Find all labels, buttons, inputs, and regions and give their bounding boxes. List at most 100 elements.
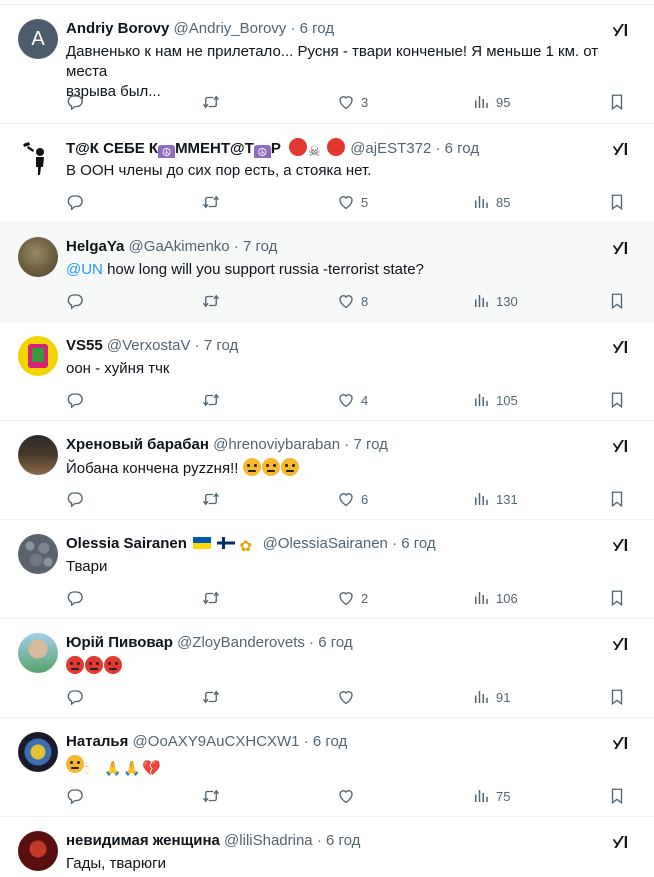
mention-link[interactable]: @UN (66, 261, 103, 278)
avatar[interactable] (18, 336, 58, 376)
like-button[interactable]: 3 (337, 92, 368, 112)
username[interactable]: @hrenoviybaraban (213, 436, 340, 453)
reply-button[interactable] (66, 192, 84, 212)
display-name[interactable]: VS55 (66, 337, 103, 354)
tweet-text (66, 656, 634, 677)
skull-crossbones-icon: ☠ (308, 143, 321, 158)
grok-icon[interactable] (612, 338, 630, 356)
like-button[interactable]: 6 (337, 489, 368, 509)
repost-button[interactable] (202, 489, 220, 509)
bookmark-icon (608, 193, 626, 211)
timestamp[interactable]: 6 год (300, 20, 334, 37)
like-button[interactable]: 5 (337, 192, 368, 212)
timestamp[interactable]: 7 год (243, 238, 277, 255)
reply-button[interactable] (66, 390, 84, 410)
reply-button[interactable] (66, 687, 84, 707)
tweet-reply[interactable]: A Andriy Borovy @Andriy_Borovy · 6 год Д… (0, 5, 654, 124)
tweet-reply[interactable]: Наталья @OoAXY9AuCXHCXW1 · 6 год 🕯 🙏 🙏 💔 75 (0, 718, 654, 817)
timestamp[interactable]: 6 год (318, 634, 352, 651)
reply-button[interactable] (66, 588, 84, 608)
repost-button[interactable] (202, 786, 220, 806)
reply-button[interactable] (66, 489, 84, 509)
views-button[interactable]: 95 (472, 92, 510, 112)
bookmark-button[interactable] (608, 687, 626, 707)
reply-button[interactable] (66, 786, 84, 806)
grok-icon[interactable] (612, 437, 630, 455)
username[interactable]: @ajEST372 (350, 140, 431, 157)
avatar[interactable] (18, 435, 58, 475)
timestamp[interactable]: 7 год (353, 436, 387, 453)
grok-icon[interactable] (612, 239, 630, 257)
repost-button[interactable] (202, 588, 220, 608)
grok-icon[interactable] (612, 833, 630, 851)
like-button[interactable]: 2 (337, 588, 368, 608)
username[interactable]: @GaAkimenko (129, 238, 230, 255)
tweet-reply[interactable]: Olessia Sairanen ✿ @OlessiaSairanen · 6 … (0, 520, 654, 619)
tweet-reply[interactable]: HelgaYa @GaAkimenko · 7 год @UN how long… (0, 223, 654, 322)
tweet-reply[interactable]: невидимая женщина @liliShadrina · 6 год … (0, 817, 654, 877)
bookmark-button[interactable] (608, 390, 626, 410)
repost-button[interactable] (202, 92, 220, 112)
timestamp[interactable]: 6 год (326, 832, 360, 849)
bookmark-button[interactable] (608, 588, 626, 608)
reply-button[interactable] (66, 291, 84, 311)
tweet-reply[interactable]: Т@К СЕБЕ К ☮ ММЕНТ@Т ☮ Р ☠ @ajEST372 · 6 год… (0, 124, 654, 223)
display-name[interactable]: Наталья (66, 733, 128, 750)
views-button[interactable]: 91 (472, 687, 510, 707)
username[interactable]: @ZloyBanderovets (177, 634, 305, 651)
repost-button[interactable] (202, 192, 220, 212)
views-button[interactable]: 75 (472, 786, 510, 806)
views-button[interactable]: 105 (472, 390, 518, 410)
timestamp[interactable]: 6 год (313, 733, 347, 750)
username[interactable]: @OlessiaSairanen (263, 535, 388, 552)
tweet-reply[interactable]: VS55 @VerxostaV · 7 год оон - хуйня тчк … (0, 322, 654, 421)
repost-button[interactable] (202, 390, 220, 410)
avatar[interactable]: A (18, 19, 58, 59)
like-button[interactable]: 4 (337, 390, 368, 410)
avatar[interactable] (18, 138, 58, 178)
like-button[interactable] (337, 687, 355, 707)
grok-icon[interactable] (612, 140, 630, 158)
grok-icon[interactable] (612, 536, 630, 554)
display-name[interactable]: HelgaYa (66, 238, 124, 255)
avatar[interactable] (18, 633, 58, 673)
tweet-reply[interactable]: Хреновый барабан @hrenoviybaraban · 7 го… (0, 421, 654, 520)
display-name[interactable]: Хреновый барабан (66, 436, 209, 453)
bookmark-button[interactable] (608, 92, 626, 112)
reply-button[interactable] (66, 92, 84, 112)
like-icon (337, 193, 355, 211)
display-name[interactable]: Olessia Sairanen (66, 535, 187, 552)
bookmark-button[interactable] (608, 489, 626, 509)
like-button[interactable]: 8 (337, 291, 368, 311)
timestamp[interactable]: 6 год (401, 535, 435, 552)
bookmark-button[interactable] (608, 291, 626, 311)
display-name[interactable]: Юрій Пивовар (66, 634, 173, 651)
tweet-reply[interactable]: Юрій Пивовар @ZloyBanderovets · 6 год 91 (0, 619, 654, 718)
timestamp[interactable]: 7 год (204, 337, 238, 354)
username[interactable]: @VerxostaV (107, 337, 191, 354)
username[interactable]: @OoAXY9AuCXHCXW1 (133, 733, 300, 750)
timestamp[interactable]: 6 год (445, 140, 479, 157)
views-button[interactable]: 130 (472, 291, 518, 311)
bookmark-button[interactable] (608, 786, 626, 806)
display-name[interactable]: Т@К СЕБЕ К ☮ ММЕНТ@Т ☮ Р ☠ (66, 138, 350, 158)
repost-button[interactable] (202, 687, 220, 707)
grok-icon[interactable] (612, 734, 630, 752)
avatar[interactable] (18, 534, 58, 574)
display-name[interactable]: невидимая женщина (66, 832, 220, 849)
username[interactable]: @Andriy_Borovy (174, 20, 287, 37)
mouth-emoji-icon (327, 138, 346, 156)
views-button[interactable]: 131 (472, 489, 518, 509)
like-button[interactable] (337, 786, 355, 806)
repost-button[interactable] (202, 291, 220, 311)
avatar[interactable] (18, 831, 58, 871)
display-name[interactable]: Andriy Borovy (66, 20, 169, 37)
bookmark-button[interactable] (608, 192, 626, 212)
grok-icon[interactable] (612, 21, 630, 39)
views-button[interactable]: 85 (472, 192, 510, 212)
username[interactable]: @liliShadrina (224, 832, 313, 849)
avatar[interactable] (18, 237, 58, 277)
views-button[interactable]: 106 (472, 588, 518, 608)
avatar[interactable] (18, 732, 58, 772)
grok-icon[interactable] (612, 635, 630, 653)
